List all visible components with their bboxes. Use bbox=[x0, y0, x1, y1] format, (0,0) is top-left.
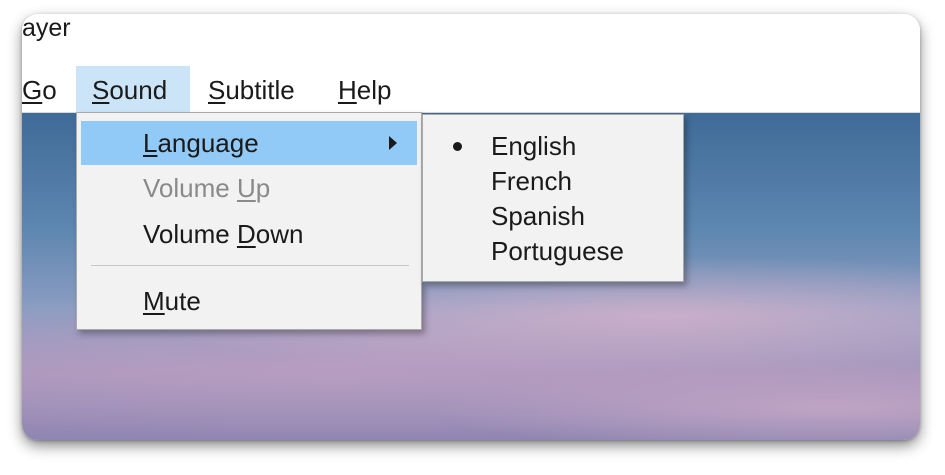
sound-menu-dropdown: Language Volume Up Volume Down Mute bbox=[76, 112, 422, 330]
app-window: ayer Go Sound Subtitle Help Language Vol… bbox=[22, 14, 920, 440]
mute-label: ute bbox=[164, 286, 201, 316]
menu-item-language[interactable]: Language bbox=[81, 121, 417, 165]
language-option-label: Portuguese bbox=[491, 236, 624, 266]
menu-sound-label: ound bbox=[109, 75, 168, 105]
title-bar: ayer bbox=[22, 14, 920, 66]
menu-subtitle[interactable]: Subtitle bbox=[194, 66, 320, 112]
volume-up-prefix: Volume bbox=[143, 173, 237, 203]
language-option-label: French bbox=[491, 166, 572, 196]
mute-mnemonic: M bbox=[143, 286, 165, 316]
volume-down-mnemonic: D bbox=[236, 219, 256, 249]
menu-subtitle-label: ubtitle bbox=[225, 75, 295, 105]
chevron-right-icon bbox=[389, 136, 397, 150]
menu-go[interactable]: Go bbox=[22, 66, 72, 112]
volume-up-label: p bbox=[255, 173, 271, 203]
menu-item-mute[interactable]: Mute bbox=[81, 279, 417, 323]
menu-help-mnemonic: H bbox=[338, 75, 357, 105]
menu-bar: Go Sound Subtitle Help bbox=[22, 66, 920, 113]
volume-down-label: own bbox=[255, 219, 304, 249]
language-label: anguage bbox=[157, 128, 259, 158]
menu-subtitle-mnemonic: S bbox=[208, 75, 226, 105]
bullet-icon bbox=[453, 142, 462, 151]
language-submenu: English French Spanish Portuguese bbox=[422, 114, 684, 282]
language-option-french[interactable]: French bbox=[423, 164, 683, 199]
menu-item-volume-down[interactable]: Volume Down bbox=[81, 212, 417, 256]
menu-separator bbox=[91, 265, 409, 266]
language-option-label: Spanish bbox=[491, 201, 585, 231]
window-title: ayer bbox=[22, 14, 71, 42]
menu-help-label: elp bbox=[356, 75, 392, 105]
menu-go-mnemonic: G bbox=[22, 75, 43, 105]
language-option-label: English bbox=[491, 131, 577, 161]
language-option-english[interactable]: English bbox=[423, 129, 683, 164]
menu-sound[interactable]: Sound bbox=[76, 66, 190, 112]
volume-down-prefix: Volume bbox=[143, 219, 237, 249]
language-option-spanish[interactable]: Spanish bbox=[423, 199, 683, 234]
menu-go-label: o bbox=[42, 75, 57, 105]
menu-item-volume-up: Volume Up bbox=[81, 166, 417, 210]
volume-up-mnemonic: U bbox=[236, 173, 256, 203]
language-option-portuguese[interactable]: Portuguese bbox=[423, 234, 683, 269]
menu-sound-mnemonic: S bbox=[92, 75, 110, 105]
menu-help[interactable]: Help bbox=[324, 66, 414, 112]
language-mnemonic: L bbox=[143, 128, 158, 158]
